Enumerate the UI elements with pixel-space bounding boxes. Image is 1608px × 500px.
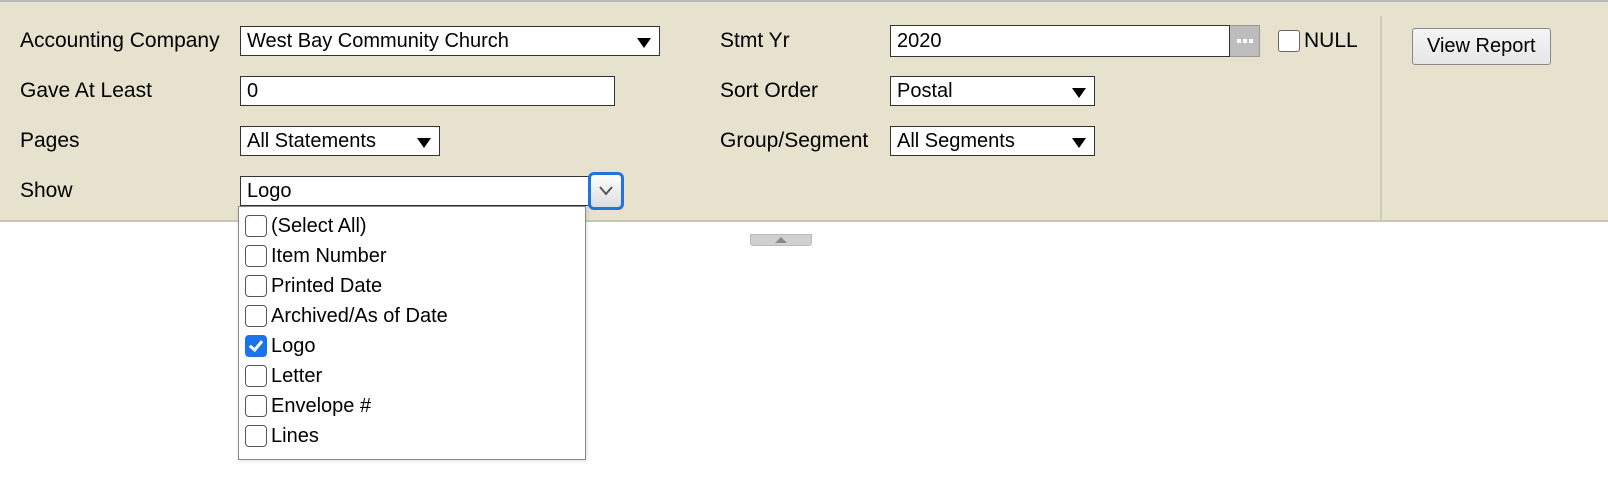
group-segment-label: Group/Segment — [720, 129, 890, 153]
show-option-label: (Select All) — [271, 215, 367, 238]
ellipsis-icon — [1237, 39, 1253, 43]
left-column: Accounting Company West Bay Community Ch… — [20, 16, 720, 220]
sort-order-label: Sort Order — [720, 79, 890, 103]
accounting-company-select[interactable]: West Bay Community Church — [240, 26, 660, 56]
mid-column: Stmt Yr NULL Sort Order Postal Grou — [720, 16, 1380, 220]
stmt-yr-null-checkbox[interactable] — [1278, 30, 1300, 52]
accounting-company-label: Accounting Company — [20, 29, 240, 53]
pages-select[interactable]: All Statements — [240, 126, 440, 156]
sort-order-select[interactable]: Postal — [890, 76, 1095, 106]
stmt-yr-picker-button[interactable] — [1230, 25, 1260, 57]
show-option[interactable]: (Select All) — [245, 211, 579, 241]
pages-label: Pages — [20, 129, 240, 153]
show-option-label: Printed Date — [271, 275, 382, 298]
actions-column: View Report — [1380, 16, 1588, 220]
stmt-yr-null-label: NULL — [1304, 29, 1358, 53]
show-option-label: Archived/As of Date — [271, 305, 448, 328]
stmt-yr-label: Stmt Yr — [720, 29, 890, 53]
show-option-checkbox[interactable] — [245, 245, 267, 267]
show-summary[interactable]: Logo — [240, 176, 590, 206]
show-option[interactable]: Printed Date — [245, 271, 579, 301]
show-option-label: Item Number — [271, 245, 387, 268]
show-option[interactable]: Envelope # — [245, 391, 579, 421]
show-option[interactable]: Archived/As of Date — [245, 301, 579, 331]
show-option-checkbox[interactable] — [245, 395, 267, 417]
show-option[interactable]: Logo — [245, 331, 579, 361]
group-segment-select[interactable]: All Segments — [890, 126, 1095, 156]
show-option-label: Lines — [271, 425, 319, 448]
chevron-down-icon — [599, 186, 613, 196]
show-dropdown-toggle[interactable] — [588, 172, 624, 210]
show-label: Show — [20, 179, 240, 203]
collapse-handle[interactable] — [750, 234, 812, 246]
show-option[interactable]: Letter — [245, 361, 579, 391]
stmt-yr-input[interactable] — [890, 25, 1230, 57]
show-option[interactable]: Item Number — [245, 241, 579, 271]
show-option-checkbox[interactable] — [245, 335, 267, 357]
show-option-checkbox[interactable] — [245, 275, 267, 297]
show-option-label: Letter — [271, 365, 322, 388]
show-option-label: Envelope # — [271, 395, 371, 418]
show-option-checkbox[interactable] — [245, 215, 267, 237]
show-dropdown-panel: (Select All) Item Number Printed Date Archi… — [238, 206, 586, 460]
parameter-bar: Accounting Company West Bay Community Ch… — [0, 0, 1608, 222]
gave-at-least-label: Gave At Least — [20, 79, 240, 103]
show-option-label: Logo — [271, 335, 316, 358]
show-option[interactable]: Lines — [245, 421, 579, 451]
gave-at-least-input[interactable] — [240, 76, 615, 106]
show-option-checkbox[interactable] — [245, 305, 267, 327]
view-report-button[interactable]: View Report — [1412, 28, 1551, 65]
show-option-checkbox[interactable] — [245, 365, 267, 387]
show-option-checkbox[interactable] — [245, 425, 267, 447]
